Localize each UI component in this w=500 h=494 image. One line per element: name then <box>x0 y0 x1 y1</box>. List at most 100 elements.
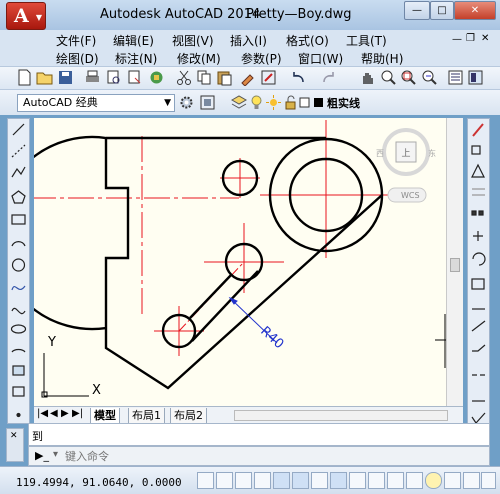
tab-model[interactable]: 模型 <box>90 408 120 424</box>
menu-insert[interactable]: 插入(I) <box>230 32 267 49</box>
tab-prev-icon[interactable]: ◀ <box>50 408 58 419</box>
pan-hand-icon[interactable] <box>359 69 376 86</box>
lineweight-icon[interactable] <box>387 472 404 489</box>
tab-first-icon[interactable]: |◀ <box>37 408 48 419</box>
new-file-icon[interactable] <box>16 69 33 86</box>
open-folder-icon[interactable] <box>36 69 53 86</box>
vertical-scrollbar[interactable] <box>446 118 463 406</box>
viewcube[interactable]: 上 西 东 WCS <box>376 128 436 203</box>
object-snap-tracking-icon[interactable] <box>330 472 347 489</box>
move-icon[interactable] <box>473 231 483 241</box>
application-menu-button[interactable]: A ▼ <box>6 2 46 30</box>
ortho-mode-icon[interactable] <box>254 472 271 489</box>
polyline-icon[interactable] <box>11 166 26 178</box>
minimize-button[interactable]: — <box>404 1 430 20</box>
workspace-settings-gear-icon[interactable] <box>178 94 195 111</box>
menu-edit[interactable]: 编辑(E) <box>113 32 154 49</box>
menu-modify[interactable]: 修改(M) <box>177 50 221 67</box>
redo-icon[interactable] <box>320 69 337 86</box>
zoom-window-icon[interactable] <box>400 69 417 86</box>
print-icon[interactable] <box>84 69 101 86</box>
workspace-save-icon[interactable] <box>199 94 216 111</box>
block-editor-icon[interactable] <box>260 69 277 86</box>
chevron-down-icon[interactable]: ▾ <box>53 449 58 460</box>
erase-icon[interactable] <box>472 123 484 137</box>
layer-on-bulb-icon[interactable] <box>248 94 265 111</box>
close-icon[interactable]: ✕ <box>10 431 18 441</box>
ellipse-arc-icon[interactable] <box>11 348 26 353</box>
layer-color-swatch-icon[interactable] <box>311 94 328 111</box>
grid-display-icon[interactable] <box>235 472 252 489</box>
match-properties-icon[interactable] <box>239 69 256 86</box>
dynamic-input-icon[interactable] <box>368 472 385 489</box>
undo-icon[interactable] <box>290 69 307 86</box>
line-tool-icon[interactable] <box>12 123 25 136</box>
polar-tracking-icon[interactable] <box>273 472 290 489</box>
scale-icon[interactable] <box>471 278 485 290</box>
mirror-icon[interactable] <box>471 163 485 178</box>
menu-view[interactable]: 视图(V) <box>172 32 214 49</box>
tab-layout1[interactable]: 布局1 <box>128 408 165 424</box>
transparency-icon[interactable] <box>406 472 423 489</box>
polygon-icon[interactable] <box>11 190 26 204</box>
point-icon[interactable] <box>16 412 21 418</box>
horizontal-scrollbar[interactable] <box>234 410 448 421</box>
workspace-select[interactable]: AutoCAD 经典 ▼ <box>17 94 175 112</box>
status-menu-icon[interactable] <box>481 472 496 489</box>
properties-icon[interactable] <box>447 69 464 86</box>
layer-thaw-sun-icon[interactable] <box>265 94 282 111</box>
doc-restore-icon[interactable]: ❐ <box>466 33 475 44</box>
design-center-icon[interactable] <box>467 69 484 86</box>
current-layer-name[interactable]: 粗实线 <box>327 95 360 111</box>
menu-help[interactable]: 帮助(H) <box>361 50 403 67</box>
chamfer-icon[interactable] <box>471 412 486 424</box>
save-icon[interactable] <box>57 69 74 86</box>
paste-icon[interactable] <box>216 69 233 86</box>
zoom-previous-icon[interactable] <box>421 69 438 86</box>
make-block-icon[interactable] <box>12 386 25 397</box>
extend-icon[interactable] <box>472 344 486 352</box>
object-snap-icon[interactable] <box>292 472 309 489</box>
doc-minimize-icon[interactable]: — <box>452 34 462 45</box>
command-input[interactable] <box>63 448 483 464</box>
selection-cycling-icon[interactable] <box>444 472 461 489</box>
print-preview-icon[interactable] <box>105 69 122 86</box>
menu-parametric[interactable]: 参数(P) <box>241 50 282 67</box>
copy-object-icon[interactable] <box>471 145 481 155</box>
snap-mode-icon[interactable] <box>216 472 233 489</box>
tab-layout2[interactable]: 布局2 <box>170 408 207 424</box>
circle-icon[interactable] <box>11 258 26 272</box>
restore-button[interactable]: □ <box>430 1 454 20</box>
zoom-realtime-icon[interactable] <box>380 69 397 86</box>
tab-last-icon[interactable]: ▶| <box>72 408 83 419</box>
menu-window[interactable]: 窗口(W) <box>298 50 343 67</box>
array-icon[interactable] <box>471 210 477 216</box>
rotate-icon[interactable] <box>472 252 486 266</box>
3d-dwf-icon[interactable] <box>148 69 165 86</box>
menu-draw[interactable]: 绘图(D) <box>56 50 99 67</box>
tab-next-icon[interactable]: ▶ <box>61 408 69 419</box>
offset-icon[interactable] <box>472 188 485 196</box>
infer-constraints-icon[interactable] <box>197 472 214 489</box>
spline-icon[interactable] <box>11 307 26 315</box>
arc-icon[interactable] <box>11 241 26 247</box>
publish-icon[interactable] <box>126 69 143 86</box>
construction-line-icon[interactable] <box>11 144 26 158</box>
layer-properties-icon[interactable] <box>230 94 247 111</box>
menu-file[interactable]: 文件(F) <box>56 32 96 49</box>
revision-cloud-icon[interactable] <box>11 285 26 291</box>
doc-close-icon[interactable]: ✕ <box>481 33 489 44</box>
annotation-monitor-icon[interactable] <box>463 472 480 489</box>
rectangle-icon[interactable] <box>11 214 26 225</box>
ellipse-icon[interactable] <box>10 324 27 334</box>
quick-properties-icon[interactable] <box>425 472 442 489</box>
menu-format[interactable]: 格式(O) <box>286 32 329 49</box>
3d-object-snap-icon[interactable] <box>311 472 328 489</box>
insert-block-icon[interactable] <box>12 365 25 376</box>
scroll-thumb[interactable] <box>450 258 460 272</box>
drawing-canvas[interactable]: R40 上 西 东 WCS Y X <box>34 118 446 406</box>
command-prompt-icon[interactable]: ▶_ <box>35 449 49 462</box>
menu-tools[interactable]: 工具(T) <box>346 32 387 49</box>
close-button[interactable]: ✕ <box>454 1 496 20</box>
copy-icon[interactable] <box>196 69 213 86</box>
